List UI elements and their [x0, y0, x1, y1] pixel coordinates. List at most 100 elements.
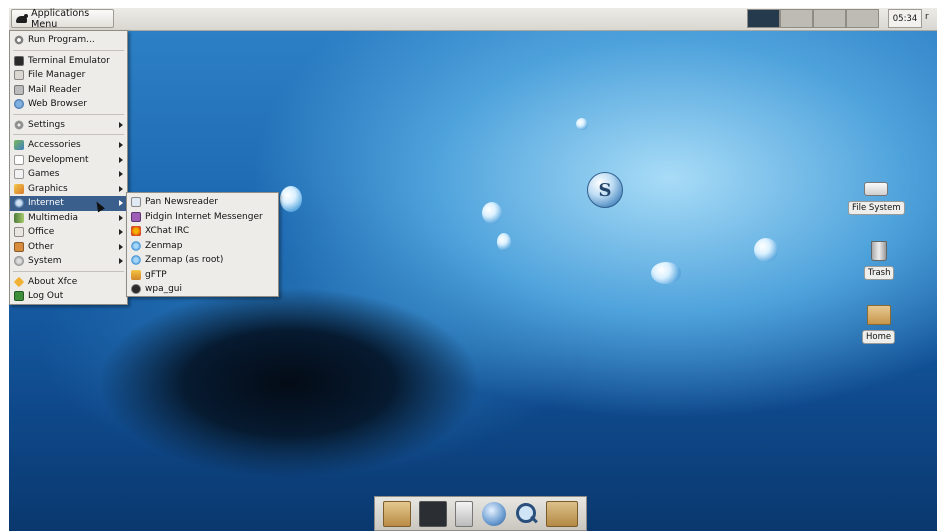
- office-icon: [14, 227, 24, 238]
- submenu-arrow-icon: [119, 121, 123, 128]
- other-icon: [14, 241, 24, 252]
- submenu-item-pidgin[interactable]: Pidgin Internet Messenger: [127, 210, 278, 225]
- menu-item-label: Internet: [28, 198, 64, 209]
- menu-item-about-xfce[interactable]: About Xfce: [10, 275, 127, 290]
- logout-icon: [14, 291, 24, 302]
- workspace-4[interactable]: [846, 9, 879, 28]
- terminal-icon: [14, 55, 24, 66]
- graphics-icon: [14, 183, 24, 194]
- desktop-icon-home[interactable]: Home: [862, 305, 896, 344]
- water-drop: [576, 118, 588, 130]
- water-drop: [754, 238, 778, 262]
- menu-item-office[interactable]: Office: [10, 225, 127, 240]
- submenu-item-label: wpa_gui: [145, 284, 183, 295]
- search-icon[interactable]: [514, 502, 538, 526]
- submenu-item-xchat[interactable]: XChat IRC: [127, 224, 278, 239]
- menu-item-accessories[interactable]: Accessories: [10, 138, 127, 153]
- applications-menu: Run Program... Terminal Emulator File Ma…: [9, 30, 128, 305]
- menu-item-log-out[interactable]: Log Out: [10, 289, 127, 304]
- multimedia-icon: [14, 212, 24, 223]
- menu-separator: [13, 49, 124, 51]
- menu-item-label: Log Out: [28, 291, 64, 302]
- submenu-item-zenmap-root[interactable]: Zenmap (as root): [127, 253, 278, 268]
- menu-item-multimedia[interactable]: Multimedia: [10, 211, 127, 226]
- zenmap-icon: [131, 240, 141, 251]
- water-drop: [497, 233, 511, 251]
- home-folder-icon[interactable]: [383, 500, 412, 527]
- menu-item-system[interactable]: System: [10, 254, 127, 269]
- menu-item-label: Other: [28, 241, 54, 252]
- clock[interactable]: 05:34: [888, 9, 922, 28]
- desktop-icon-file-system[interactable]: File System: [848, 176, 905, 215]
- terminal-icon[interactable]: [419, 500, 448, 527]
- web-browser-icon[interactable]: [481, 501, 506, 526]
- accessories-icon: [14, 140, 24, 151]
- folder-icon[interactable]: [545, 500, 578, 527]
- menu-item-terminal-emulator[interactable]: Terminal Emulator: [10, 54, 127, 69]
- menu-separator: [13, 134, 124, 135]
- menu-item-settings[interactable]: Settings: [10, 118, 127, 133]
- submenu-item-label: XChat IRC: [145, 226, 190, 237]
- menu-item-label: Run Program...: [28, 35, 95, 46]
- menu-item-file-manager[interactable]: File Manager: [10, 68, 127, 83]
- panel-user-label[interactable]: r: [925, 12, 929, 22]
- zenmap-icon: [131, 255, 141, 266]
- menu-separator: [13, 113, 124, 115]
- menu-item-mail-reader[interactable]: Mail Reader: [10, 83, 127, 98]
- menu-item-label: Multimedia: [28, 212, 79, 223]
- menu-item-label: About Xfce: [28, 276, 78, 287]
- xchat-icon: [131, 226, 141, 237]
- menu-item-development[interactable]: Development: [10, 153, 127, 168]
- workspace-switcher: [747, 9, 879, 28]
- submenu-arrow-icon: [119, 243, 123, 250]
- menu-item-graphics[interactable]: Graphics: [10, 182, 127, 197]
- top-panel: Applications Menu 05:34 r: [9, 8, 937, 31]
- internet-icon: [14, 198, 24, 209]
- submenu-arrow-icon: [119, 258, 123, 264]
- menu-item-web-browser[interactable]: Web Browser: [10, 97, 127, 112]
- submenu-arrow-icon: [119, 214, 123, 221]
- mail-icon: [14, 84, 24, 95]
- submenu-item-wpa-gui[interactable]: wpa_gui: [127, 282, 278, 297]
- workspace-2[interactable]: [780, 9, 813, 28]
- workspace-3[interactable]: [813, 9, 846, 28]
- menu-item-label: Office: [28, 227, 55, 238]
- internet-submenu: Pan Newsreader Pidgin Internet Messenger…: [126, 192, 279, 297]
- menu-item-internet[interactable]: Internet: [10, 196, 127, 211]
- submenu-item-pan-newsreader[interactable]: Pan Newsreader: [127, 195, 278, 210]
- submenu-arrow-icon: [119, 200, 123, 206]
- submenu-item-zenmap[interactable]: Zenmap: [127, 239, 278, 254]
- workspace-1[interactable]: [747, 9, 780, 28]
- menu-item-label: Accessories: [28, 140, 81, 151]
- submenu-item-label: Pan Newsreader: [145, 197, 218, 208]
- drive-icon: [864, 182, 889, 196]
- menu-item-other[interactable]: Other: [10, 240, 127, 255]
- submenu-arrow-icon: [119, 171, 123, 177]
- submenu-arrow-icon: [119, 229, 123, 235]
- water-drop: [651, 262, 681, 284]
- games-icon: [14, 169, 24, 180]
- desktop-icon-trash[interactable]: Trash: [864, 241, 895, 280]
- applications-menu-button[interactable]: Applications Menu: [11, 8, 114, 30]
- menu-separator: [13, 270, 124, 272]
- menu-item-label: Web Browser: [28, 99, 87, 110]
- xfce-mouse-icon: [15, 13, 29, 25]
- submenu-item-gftp[interactable]: gFTP: [127, 268, 278, 283]
- water-drop: [482, 202, 502, 224]
- menu-item-games[interactable]: Games: [10, 167, 127, 182]
- gftp-icon: [131, 269, 141, 280]
- wpa-gui-icon: [131, 284, 141, 295]
- desktop-icon-label: Trash: [864, 266, 895, 280]
- menu-item-label: Mail Reader: [28, 84, 81, 95]
- text-editor-icon[interactable]: [455, 500, 474, 527]
- settings-icon: [14, 119, 24, 130]
- menu-item-label: File Manager: [28, 70, 86, 81]
- submenu-arrow-icon: [119, 142, 123, 148]
- web-browser-icon: [14, 99, 24, 110]
- submenu-item-label: Zenmap: [145, 240, 183, 251]
- file-manager-icon: [14, 70, 24, 81]
- system-icon: [14, 256, 24, 267]
- home-folder-icon: [866, 305, 891, 325]
- applications-menu-label: Applications Menu: [31, 8, 90, 30]
- menu-item-run-program[interactable]: Run Program...: [10, 33, 127, 48]
